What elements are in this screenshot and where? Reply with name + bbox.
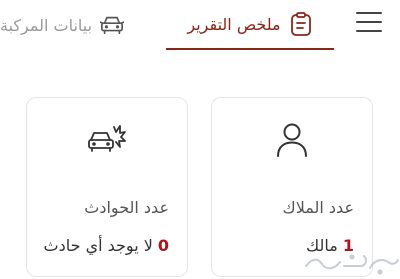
tab-vehicle-data[interactable]: بيانات المركبة	[0, 0, 158, 50]
accidents-count-text: لا يوجد أي حادث	[43, 236, 153, 255]
report-page: ملخص التقرير بيانات المركبة عدد الملاك 1…	[0, 0, 400, 279]
tab-report-summary-label: ملخص التقرير	[187, 14, 281, 34]
tab-vehicle-data-label: بيانات المركبة	[0, 15, 93, 35]
top-tab-bar: ملخص التقرير بيانات المركبة	[0, 0, 400, 52]
car-crash-icon	[87, 120, 127, 160]
accidents-count-title: عدد الحوادث	[84, 198, 169, 217]
accidents-count-number: 0	[157, 236, 169, 255]
accidents-count-card: عدد الحوادث 0 لا يوجد أي حادث	[26, 97, 188, 277]
hamburger-menu-icon[interactable]	[356, 12, 382, 32]
logo-watermark	[300, 246, 400, 276]
tab-report-summary[interactable]: ملخص التقرير	[166, 0, 334, 50]
owners-count-title: عدد الملاك	[282, 198, 354, 217]
report-clipboard-icon	[289, 12, 313, 36]
person-icon	[272, 120, 312, 160]
car-front-icon	[100, 13, 125, 37]
accidents-count-value: 0 لا يوجد أي حادث	[44, 236, 169, 255]
